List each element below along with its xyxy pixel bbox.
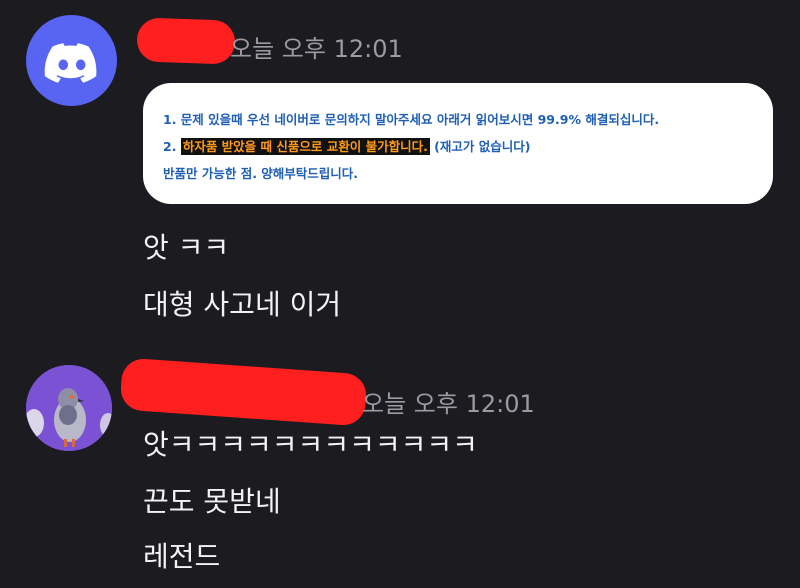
notice-image[interactable]: 1. 문제 있을때 우선 네이버로 문의하지 말아주세요 아래거 읽어보시면 9… [143, 83, 773, 204]
notice-line-1: 1. 문제 있을때 우선 네이버로 문의하지 말아주세요 아래거 읽어보시면 9… [163, 112, 660, 127]
message-timestamp: 오늘 오후 12:01 [230, 35, 403, 63]
notice-line-2: 2. 하자품 받았을 때 신품으로 교환이 불가합니다. (재고가 없습니다) [163, 136, 530, 155]
message-text: 앗 ㅋㅋ [143, 231, 230, 264]
message-text: 레전드 [143, 540, 221, 573]
discord-logo-icon[interactable] [26, 15, 117, 106]
notice-line-2-prefix: 2. [163, 139, 181, 154]
message-text: 끈도 못받네 [143, 485, 281, 518]
chat-view: 오늘 오후 12:01 1. 문제 있을때 우선 네이버로 문의하지 말아주세요… [0, 0, 800, 588]
message-text: 대형 사고네 이거 [143, 288, 342, 321]
redacted-username [136, 17, 236, 65]
notice-highlight: 하자품 받았을 때 신품으로 교환이 불가합니다. [180, 138, 430, 155]
redacted-username [119, 357, 368, 427]
notice-line-2-suffix: (재고가 없습니다) [429, 139, 531, 154]
message-timestamp: 오늘 오후 12:01 [362, 390, 535, 418]
pigeon-avatar-icon[interactable] [26, 365, 112, 451]
notice-line-3: 반품만 가능한 점. 양해부탁드립니다. [163, 166, 359, 181]
message-text: 앗ㅋㅋㅋㅋㅋㅋㅋㅋㅋㅋㅋㅋ [143, 428, 478, 461]
